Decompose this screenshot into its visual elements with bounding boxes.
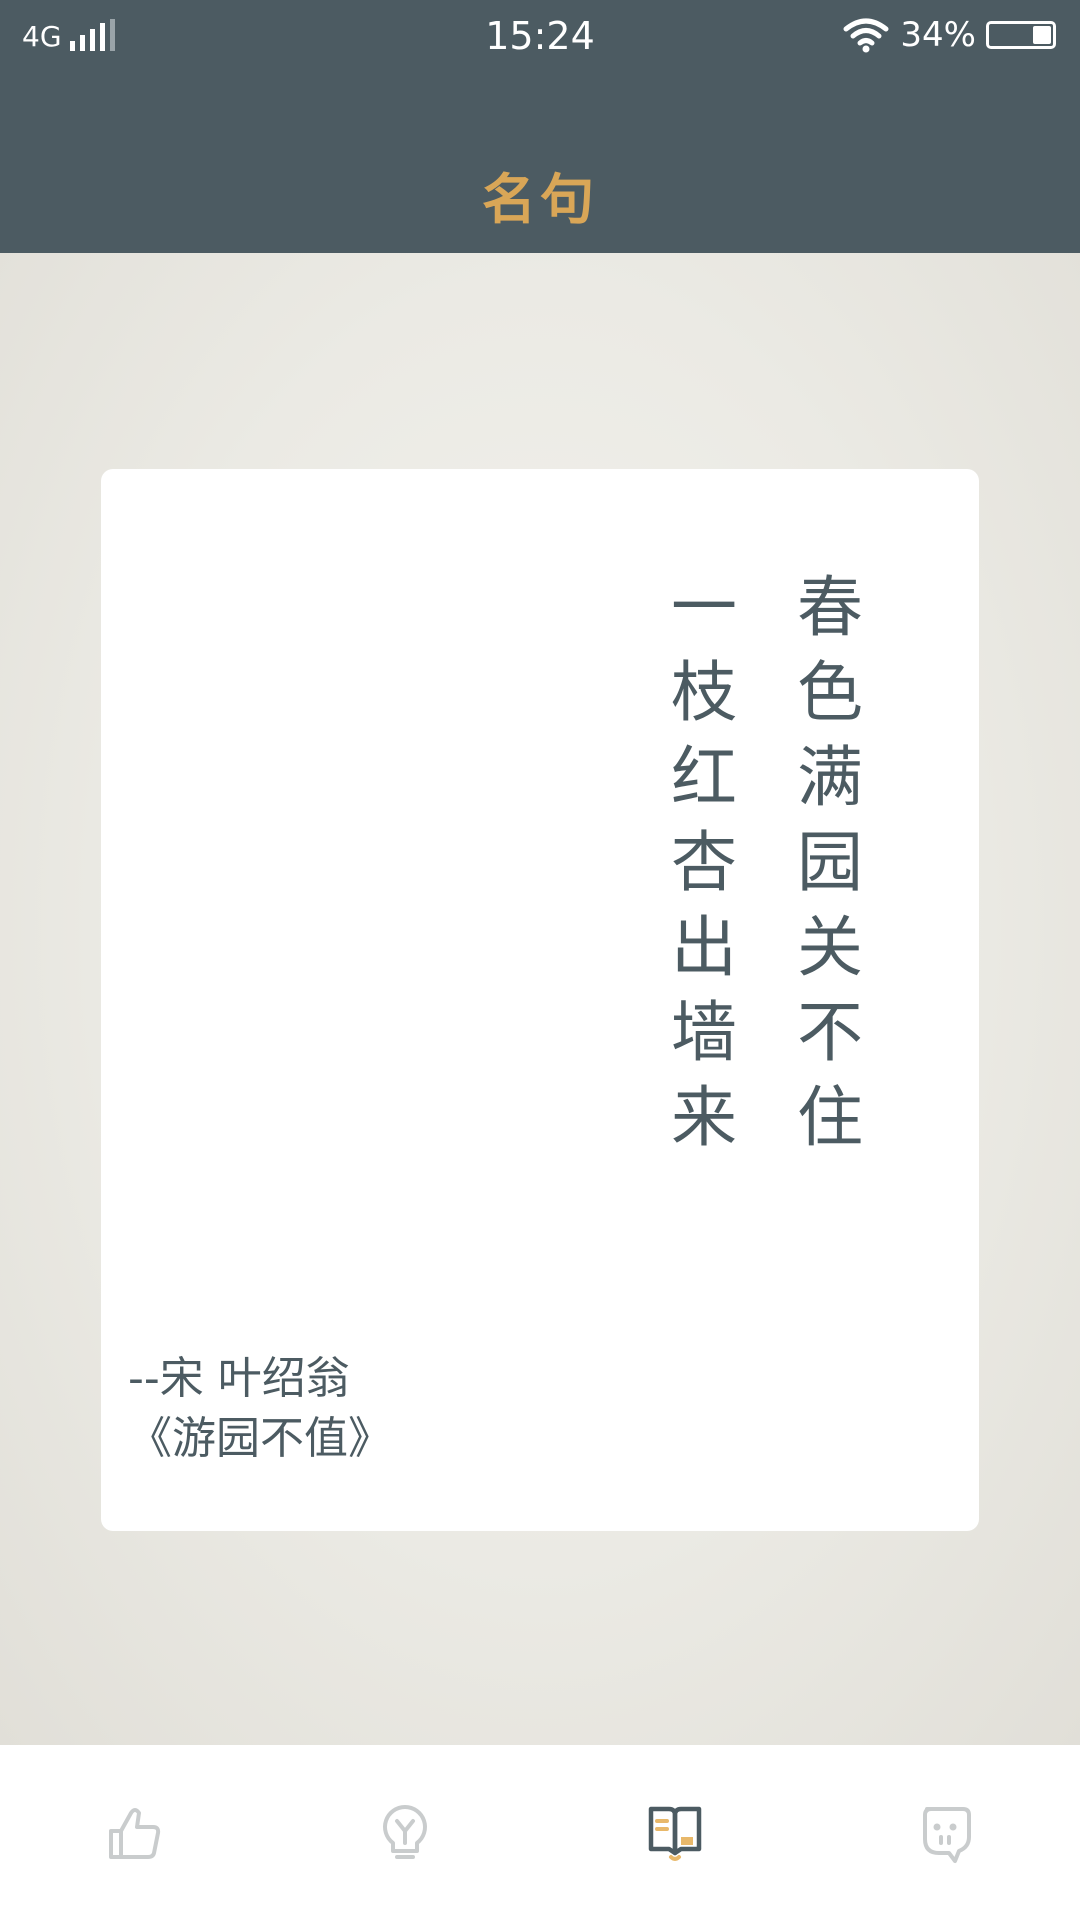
quote-char: 墙 — [671, 994, 737, 1071]
face-icon — [923, 1806, 971, 1863]
author-line: --宋 叶绍翁 — [128, 1353, 350, 1404]
quote-char: 住 — [797, 1079, 863, 1156]
lightbulb-icon — [383, 1804, 427, 1859]
top-bar: 4G 15:24 34% 名句 — [0, 0, 1080, 253]
book-icon — [648, 1806, 702, 1861]
quote-char: 枝 — [671, 654, 737, 731]
quote-char: 色 — [797, 654, 863, 731]
battery-icon — [986, 21, 1056, 49]
work-title: 《游园不值》 — [128, 1413, 392, 1464]
quote-char: 出 — [671, 909, 737, 986]
quote-char: 春 — [797, 569, 863, 646]
quote-card: 春 色 满 园 关 不 住 一 枝 红 杏 出 墙 来 --宋 叶绍翁 《游园不… — [101, 469, 979, 1531]
quote-char: 满 — [797, 739, 863, 816]
status-right: 34% — [842, 14, 1056, 56]
nav-item-profile[interactable] — [810, 1745, 1080, 1920]
battery-percent: 34% — [900, 15, 976, 55]
page-title: 名句 — [482, 168, 598, 231]
nav-item-like[interactable] — [0, 1745, 270, 1920]
thumbs-up-icon — [109, 1807, 161, 1859]
status-bar: 4G 15:24 34% — [0, 0, 1080, 70]
wifi-icon — [843, 18, 889, 53]
quote-column-2: 一 枝 红 杏 出 墙 来 — [669, 565, 739, 1160]
quote-char: 杏 — [671, 824, 737, 901]
quote-char: 一 — [671, 569, 737, 646]
quote-char: 红 — [671, 739, 737, 816]
attribution: --宋 叶绍翁 《游园不值》 — [128, 1349, 392, 1469]
quote-column-1: 春 色 满 园 关 不 住 — [795, 565, 865, 1160]
nav-item-read[interactable] — [540, 1745, 810, 1920]
nav-item-idea[interactable] — [270, 1745, 540, 1920]
quote-text: 春 色 满 园 关 不 住 一 枝 红 杏 出 墙 来 — [669, 565, 865, 1160]
content-area: 春 色 满 园 关 不 住 一 枝 红 杏 出 墙 来 --宋 叶绍翁 《游园不… — [0, 253, 1080, 1745]
quote-char: 不 — [797, 994, 863, 1071]
quote-char: 园 — [797, 824, 863, 901]
quote-char: 来 — [671, 1079, 737, 1156]
quote-char: 关 — [797, 909, 863, 986]
bottom-nav — [0, 1745, 1080, 1920]
